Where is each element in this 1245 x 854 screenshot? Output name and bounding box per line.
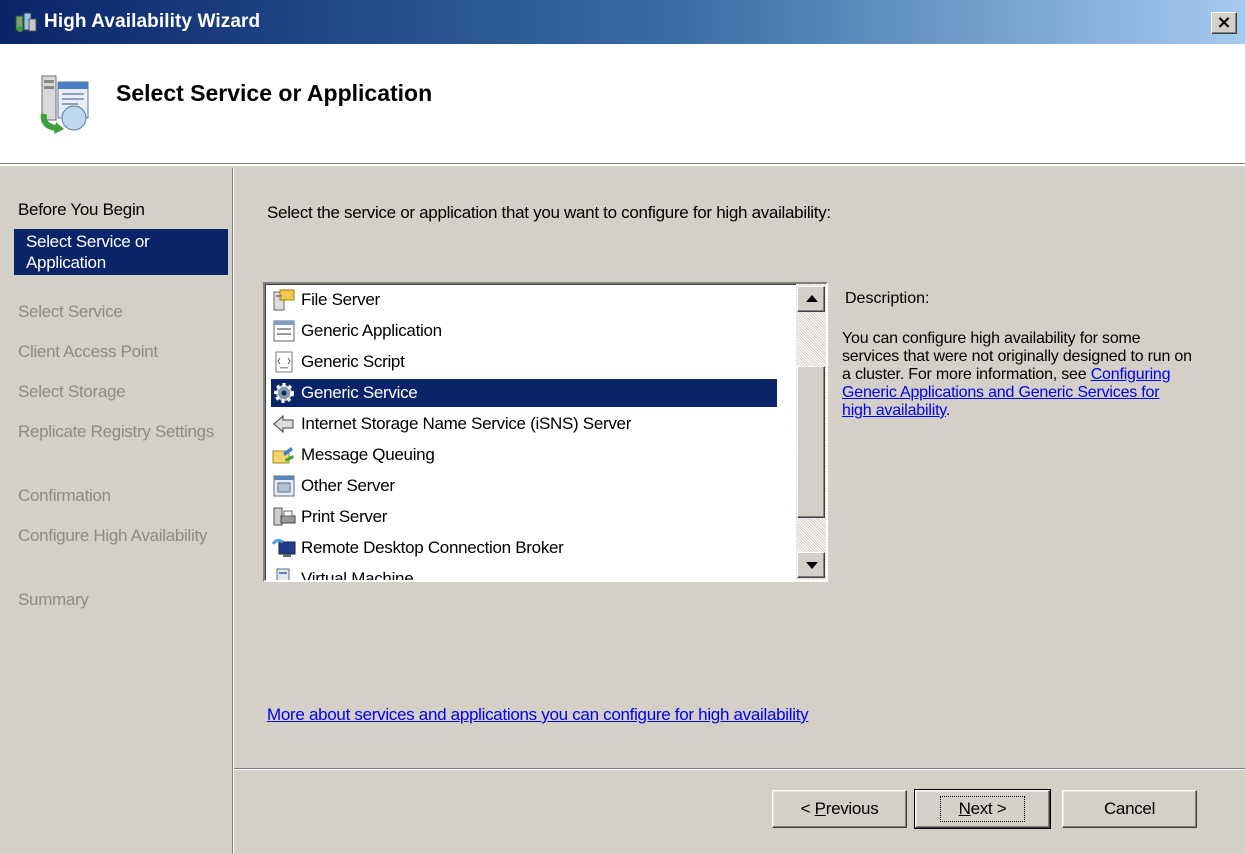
close-button[interactable]: × bbox=[1211, 12, 1237, 34]
close-icon: × bbox=[1216, 12, 1232, 33]
scroll-up-button[interactable] bbox=[797, 286, 825, 312]
message-queuing-icon bbox=[271, 443, 297, 467]
footer-divider bbox=[234, 768, 1245, 770]
previous-button[interactable]: < Previous bbox=[772, 790, 907, 828]
arrow-down-icon bbox=[806, 562, 818, 569]
list-scrollbar[interactable] bbox=[796, 284, 826, 580]
nav-step-summary: Summary bbox=[18, 590, 89, 609]
generic-script-icon bbox=[271, 350, 297, 374]
page-title: Select Service or Application bbox=[116, 80, 433, 106]
instruction-text: Select the service or application that y… bbox=[267, 203, 831, 222]
list-item-generic-script[interactable]: Generic Script bbox=[271, 348, 405, 376]
nav-step-replicate-registry-settings: Replicate Registry Settings bbox=[18, 422, 214, 441]
description-text: You can configure high availability for … bbox=[842, 330, 1192, 420]
arrow-up-icon bbox=[806, 295, 818, 302]
generic-application-icon bbox=[271, 319, 297, 343]
scroll-down-button[interactable] bbox=[797, 552, 825, 578]
list-item-generic-service[interactable]: Generic Service bbox=[271, 379, 777, 407]
list-item-message-queuing[interactable]: Message Queuing bbox=[271, 441, 435, 469]
list-item-label: Generic Service bbox=[301, 383, 418, 402]
previous-button-label: < Previous bbox=[801, 799, 879, 819]
wizard-server-icon bbox=[34, 72, 98, 136]
list-item-other-server[interactable]: Other Server bbox=[271, 472, 395, 500]
list-item-virtual-machine[interactable]: Virtual Machine bbox=[271, 565, 414, 582]
nav-step-select-service-or-application[interactable]: Select Service or Application bbox=[14, 229, 228, 275]
nav-step-before-you-begin[interactable]: Before You Begin bbox=[18, 199, 228, 220]
isns-icon bbox=[271, 412, 297, 436]
more-about-services-link[interactable]: More about services and applications you… bbox=[267, 705, 809, 725]
list-item-label: Generic Application bbox=[301, 321, 442, 340]
list-item-label: Virtual Machine bbox=[301, 569, 414, 582]
wizard-header: Select Service or Application bbox=[0, 44, 1245, 166]
title-bar: High Availability Wizard × bbox=[0, 0, 1245, 44]
file-server-icon bbox=[271, 288, 297, 312]
list-item-file-server[interactable]: File Server bbox=[271, 286, 380, 314]
remote-desktop-icon bbox=[271, 536, 297, 560]
list-item-print-server[interactable]: Print Server bbox=[271, 503, 387, 531]
next-button[interactable]: Next > bbox=[914, 789, 1051, 829]
nav-step-client-access-point: Client Access Point bbox=[18, 342, 158, 361]
previous-rest: revious bbox=[825, 799, 879, 818]
previous-prefix: < bbox=[800, 799, 815, 818]
list-item-label: Other Server bbox=[301, 476, 395, 495]
nav-divider bbox=[232, 168, 233, 854]
nav-step-select-service: Select Service bbox=[18, 302, 123, 321]
scroll-thumb[interactable] bbox=[797, 366, 825, 518]
description-label: Description: bbox=[845, 290, 930, 307]
list-item-label: Print Server bbox=[301, 507, 388, 526]
next-mnemonic: N bbox=[958, 799, 971, 818]
printer-icon bbox=[271, 505, 297, 529]
list-item-label: File Server bbox=[301, 290, 380, 309]
list-item-label: Message Queuing bbox=[301, 445, 435, 464]
nav-step-configure-high-availability: Configure High Availability bbox=[18, 526, 208, 545]
wizard-steps-nav: Before You Begin Select Service or Appli… bbox=[10, 168, 234, 854]
list-item-generic-application[interactable]: Generic Application bbox=[271, 317, 442, 345]
nav-step-confirmation: Confirmation bbox=[18, 486, 111, 505]
list-item-label: Generic Script bbox=[301, 352, 405, 371]
cancel-button-label: Cancel bbox=[1103, 799, 1156, 818]
list-item-label: Internet Storage Name Service (iSNS) Ser… bbox=[301, 414, 632, 433]
next-button-label: Next > bbox=[939, 796, 1026, 822]
other-server-icon bbox=[271, 474, 297, 498]
service-listbox[interactable]: File Server Generic Application Generic … bbox=[263, 282, 828, 582]
cancel-button[interactable]: Cancel bbox=[1062, 790, 1197, 828]
description-end: . bbox=[945, 402, 951, 419]
list-item-label: Remote Desktop Connection Broker bbox=[301, 538, 564, 557]
previous-mnemonic: P bbox=[814, 799, 826, 818]
window-title: High Availability Wizard bbox=[44, 11, 261, 32]
gear-icon bbox=[271, 381, 297, 405]
list-item-remote-desktop-connection-broker[interactable]: Remote Desktop Connection Broker bbox=[271, 534, 564, 562]
cluster-wizard-icon bbox=[14, 10, 38, 34]
next-rest: ext > bbox=[970, 799, 1007, 818]
list-item-isns-server[interactable]: Internet Storage Name Service (iSNS) Ser… bbox=[271, 410, 631, 438]
nav-step-select-storage: Select Storage bbox=[18, 382, 126, 401]
virtual-machine-icon bbox=[271, 567, 297, 580]
